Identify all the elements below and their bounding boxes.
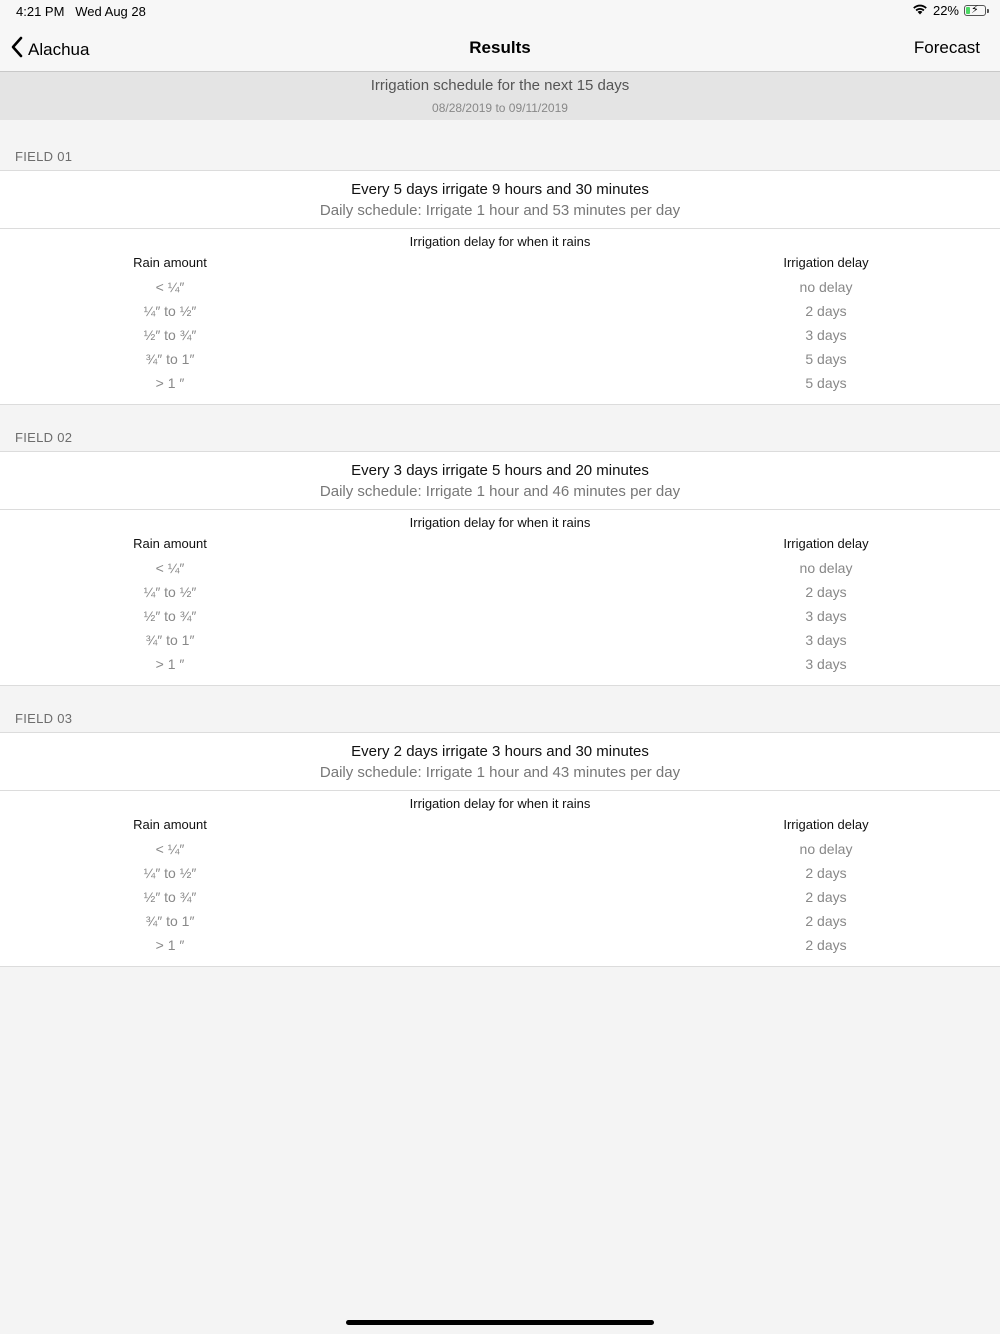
field-label: FIELD 02 <box>15 430 73 445</box>
delay-table-title: Irrigation delay for when it rains <box>409 234 591 249</box>
irrigation-summary: Every 2 days irrigate 3 hours and 30 min… <box>0 732 1000 791</box>
bolt-icon: ⚡ <box>971 4 979 16</box>
status-clock: 4:21 PM <box>16 4 65 19</box>
table-row: ½″ to ¾″ 2 days <box>0 889 1000 913</box>
table-row: > 1 ″ 2 days <box>0 937 1000 961</box>
field-section: FIELD 02 Every 3 days irrigate 5 hours a… <box>0 401 1000 686</box>
status-right: 22% ⚡ <box>912 3 989 18</box>
status-bar: 4:21 PM Wed Aug 28 22% ⚡ <box>0 0 1000 24</box>
irrigation-delay-header: Irrigation delay <box>783 255 869 270</box>
home-indicator[interactable] <box>346 1320 654 1325</box>
irrigation-delay-header: Irrigation delay <box>783 817 869 832</box>
rain-amount-cell: ¼″ to ½″ <box>143 865 197 881</box>
delay-table-title: Irrigation delay for when it rains <box>409 515 591 530</box>
rain-amount-cell: ½″ to ¾″ <box>143 327 197 343</box>
table-row: ¼″ to ½″ 2 days <box>0 865 1000 889</box>
rain-amount-header: Rain amount <box>133 536 207 551</box>
rain-amount-cell: > 1 ″ <box>155 656 185 672</box>
delay-cell: 2 days <box>805 913 847 929</box>
rain-amount-cell: ¼″ to ½″ <box>143 584 197 600</box>
table-row: ¼″ to ½″ 2 days <box>0 303 1000 327</box>
rain-amount-cell: ½″ to ¾″ <box>143 889 197 905</box>
table-row: ¼″ to ½″ 2 days <box>0 584 1000 608</box>
delay-cell: no delay <box>799 841 853 857</box>
delay-cell: 2 days <box>805 303 847 319</box>
delay-cell: 2 days <box>805 865 847 881</box>
field-label: FIELD 03 <box>15 711 73 726</box>
delay-cell: 2 days <box>805 937 847 953</box>
battery-fill <box>966 7 970 14</box>
rain-amount-cell: ¾″ to 1″ <box>145 351 195 367</box>
table-row: > 1 ″ 3 days <box>0 656 1000 680</box>
field-section: FIELD 03 Every 2 days irrigate 3 hours a… <box>0 682 1000 967</box>
rain-amount-cell: ¼″ to ½″ <box>143 303 197 319</box>
page-title: Results <box>469 38 531 57</box>
status-time: 4:21 PM Wed Aug 28 <box>16 4 146 19</box>
table-row: ¾″ to 1″ 5 days <box>0 351 1000 375</box>
summary-text: Every 2 days irrigate 3 hours and 30 min… <box>351 743 649 760</box>
rain-amount-header: Rain amount <box>133 255 207 270</box>
table-row: < ¼″ no delay <box>0 841 1000 865</box>
schedule-title: Irrigation schedule for the next 15 days <box>370 77 630 94</box>
status-date: Wed Aug 28 <box>75 4 146 19</box>
delay-cell: 2 days <box>805 889 847 905</box>
rain-amount-cell: > 1 ″ <box>155 937 185 953</box>
irrigation-summary: Every 3 days irrigate 5 hours and 20 min… <box>0 451 1000 510</box>
table-row: > 1 ″ 5 days <box>0 375 1000 399</box>
rain-amount-cell: < ¼″ <box>155 560 185 576</box>
table-row: ½″ to ¾″ 3 days <box>0 327 1000 351</box>
navigation-bar: Alachua Results Forecast <box>0 24 1000 72</box>
delay-cell: 5 days <box>805 351 847 367</box>
summary-text: Every 5 days irrigate 9 hours and 30 min… <box>351 181 649 198</box>
delay-cell: 3 days <box>805 327 847 343</box>
delay-cell: 3 days <box>805 632 847 648</box>
delay-cell: 3 days <box>805 608 847 624</box>
table-row: ¾″ to 1″ 3 days <box>0 632 1000 656</box>
schedule-header: Irrigation schedule for the next 15 days… <box>0 72 1000 120</box>
daily-schedule-text: Daily schedule: Irrigate 1 hour and 46 m… <box>319 483 681 500</box>
battery-percent: 22% <box>932 3 959 18</box>
field-section: FIELD 01 Every 5 days irrigate 9 hours a… <box>0 120 1000 405</box>
rain-amount-cell: > 1 ″ <box>155 375 185 391</box>
rain-amount-cell: < ¼″ <box>155 841 185 857</box>
delay-cell: 2 days <box>805 584 847 600</box>
delay-cell: 3 days <box>805 656 847 672</box>
summary-text: Every 3 days irrigate 5 hours and 20 min… <box>351 462 649 479</box>
schedule-dates: 08/28/2019 to 09/11/2019 <box>432 101 568 115</box>
rain-amount-header: Rain amount <box>133 817 207 832</box>
battery-charging-icon: ⚡ <box>964 4 989 16</box>
table-row: < ¼″ no delay <box>0 279 1000 303</box>
rain-amount-cell: ½″ to ¾″ <box>143 608 197 624</box>
delay-cell: no delay <box>799 560 853 576</box>
irrigation-delay-header: Irrigation delay <box>783 536 869 551</box>
rain-delay-table: Irrigation delay for when it rains Rain … <box>0 229 1000 405</box>
field-label: FIELD 01 <box>15 149 73 164</box>
delay-cell: no delay <box>799 279 853 295</box>
table-row: ½″ to ¾″ 3 days <box>0 608 1000 632</box>
rain-amount-cell: ¾″ to 1″ <box>145 632 195 648</box>
rain-amount-cell: ¾″ to 1″ <box>145 913 195 929</box>
daily-schedule-text: Daily schedule: Irrigate 1 hour and 43 m… <box>319 764 681 781</box>
table-row: ¾″ to 1″ 2 days <box>0 913 1000 937</box>
irrigation-summary: Every 5 days irrigate 9 hours and 30 min… <box>0 170 1000 229</box>
forecast-button[interactable]: Forecast <box>914 38 980 58</box>
delay-table-title: Irrigation delay for when it rains <box>409 796 591 811</box>
wifi-icon <box>912 3 928 18</box>
delay-cell: 5 days <box>805 375 847 391</box>
table-row: < ¼″ no delay <box>0 560 1000 584</box>
rain-delay-table: Irrigation delay for when it rains Rain … <box>0 510 1000 686</box>
rain-delay-table: Irrigation delay for when it rains Rain … <box>0 791 1000 967</box>
rain-amount-cell: < ¼″ <box>155 279 185 295</box>
daily-schedule-text: Daily schedule: Irrigate 1 hour and 53 m… <box>319 202 681 219</box>
